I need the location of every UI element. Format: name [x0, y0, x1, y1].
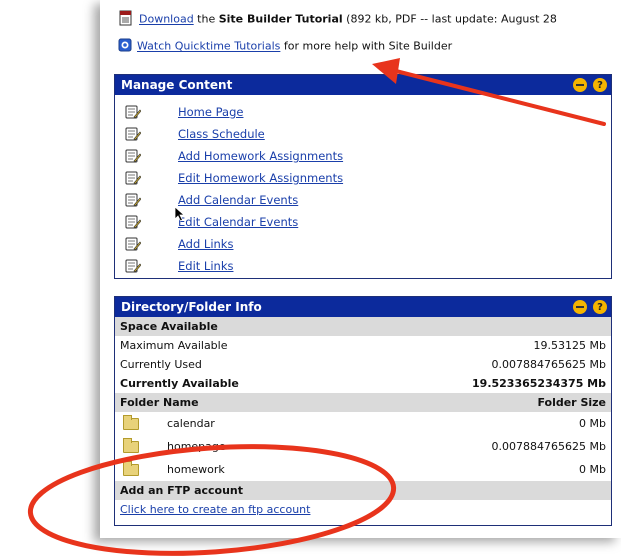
content-list-item: Add Homework Assignments [115, 145, 611, 167]
create-ftp-account-link[interactable]: Click here to create an ftp account [120, 503, 310, 516]
manage-content-title: Manage Content [121, 78, 233, 92]
max-available-row: Maximum Available 19.53125 Mb [115, 336, 611, 355]
content-link[interactable]: Add Links [178, 237, 233, 251]
ftp-header: Add an FTP account [115, 481, 611, 500]
content-list-item: Class Schedule [115, 123, 611, 145]
ftp-link-row: Click here to create an ftp account [115, 500, 611, 519]
content-link[interactable]: Edit Homework Assignments [178, 171, 343, 185]
download-line: Download the Site Builder Tutorial (892 … [118, 10, 557, 29]
content-list-item: Home Page [115, 101, 611, 123]
edit-page-icon [125, 170, 142, 189]
content-link[interactable]: Add Calendar Events [178, 193, 298, 207]
folder-size-header: Folder Size [349, 393, 611, 412]
content-list-item: Add Links [115, 233, 611, 255]
currently-used-value: 0.007884765625 Mb [491, 358, 606, 371]
pdf-document-icon [118, 10, 134, 29]
content-link[interactable]: Edit Calendar Events [178, 215, 298, 229]
help-icon[interactable]: ? [593, 300, 607, 314]
folder-icon [123, 461, 139, 476]
content-list-item: Edit Calendar Events [115, 211, 611, 233]
edit-page-icon [125, 126, 142, 145]
help-icon[interactable]: ? [593, 78, 607, 92]
edit-page-icon [125, 148, 142, 167]
folder-size: 0.007884765625 Mb [491, 440, 606, 453]
folder-size: 0 Mb [579, 463, 606, 476]
directory-header: Directory/Folder Info ? [115, 297, 611, 317]
currently-available-value: 19.523365234375 Mb [472, 377, 606, 390]
edit-page-icon [125, 236, 142, 255]
directory-table: Space Available Maximum Available 19.531… [115, 317, 611, 519]
minimize-icon[interactable] [573, 300, 587, 314]
currently-available-row: Currently Available 19.523365234375 Mb [115, 374, 611, 393]
edit-page-icon [125, 192, 142, 211]
max-available-label: Maximum Available [120, 339, 228, 352]
quicktime-text: for more help with Site Builder [280, 39, 453, 53]
quicktime-tutorials-link[interactable]: Watch Quicktime Tutorials [137, 40, 280, 53]
folder-row[interactable]: homepage 0.007884765625 Mb [115, 435, 611, 458]
content-list-item: Edit Homework Assignments [115, 167, 611, 189]
folder-name: homepage [167, 440, 226, 453]
download-link[interactable]: Download [139, 13, 194, 26]
download-text-pre: the [193, 12, 219, 26]
content-link[interactable]: Add Homework Assignments [178, 149, 343, 163]
download-text-post: (892 kb, PDF -- last update: August 28 [342, 12, 557, 26]
manage-content-panel: Manage Content ? Home Page Class Schedule… [114, 74, 612, 279]
ftp-header-row: Add an FTP account [115, 481, 611, 500]
content-link[interactable]: Class Schedule [178, 127, 265, 141]
minimize-icon[interactable] [573, 78, 587, 92]
space-available-row: Space Available [115, 317, 611, 336]
currently-used-row: Currently Used 0.007884765625 Mb [115, 355, 611, 374]
content-link[interactable]: Home Page [178, 105, 243, 119]
edit-page-icon [125, 258, 142, 277]
folder-icon [123, 438, 139, 453]
directory-folder-panel: Directory/Folder Info ? Space Available … [114, 296, 612, 526]
manage-content-header: Manage Content ? [115, 75, 611, 95]
directory-title: Directory/Folder Info [121, 300, 262, 314]
content-list: Home Page Class Schedule Add Homework Assi… [115, 95, 611, 277]
folder-row[interactable]: calendar 0 Mb [115, 412, 611, 435]
currently-available-label: Currently Available [120, 377, 239, 390]
edit-page-icon [125, 104, 142, 123]
quicktime-icon [118, 38, 132, 55]
edit-page-icon [125, 214, 142, 233]
folder-header-row: Folder Name Folder Size [115, 393, 611, 412]
folder-icon [123, 415, 139, 430]
folder-size: 0 Mb [579, 417, 606, 430]
folder-name: homework [167, 463, 225, 476]
content-list-item: Add Calendar Events [115, 189, 611, 211]
space-available-header: Space Available [115, 317, 611, 336]
folder-name-header: Folder Name [115, 393, 350, 412]
folder-name: calendar [167, 417, 215, 430]
max-available-value: 19.53125 Mb [533, 339, 606, 352]
mouse-cursor-icon [174, 206, 186, 225]
quicktime-line: Watch Quicktime Tutorials for more help … [118, 38, 452, 55]
tutorial-title: Site Builder Tutorial [218, 12, 343, 26]
folder-row[interactable]: homework 0 Mb [115, 458, 611, 481]
content-link[interactable]: Edit Links [178, 259, 233, 273]
content-list-item: Edit Links [115, 255, 611, 277]
currently-used-label: Currently Used [120, 358, 202, 371]
